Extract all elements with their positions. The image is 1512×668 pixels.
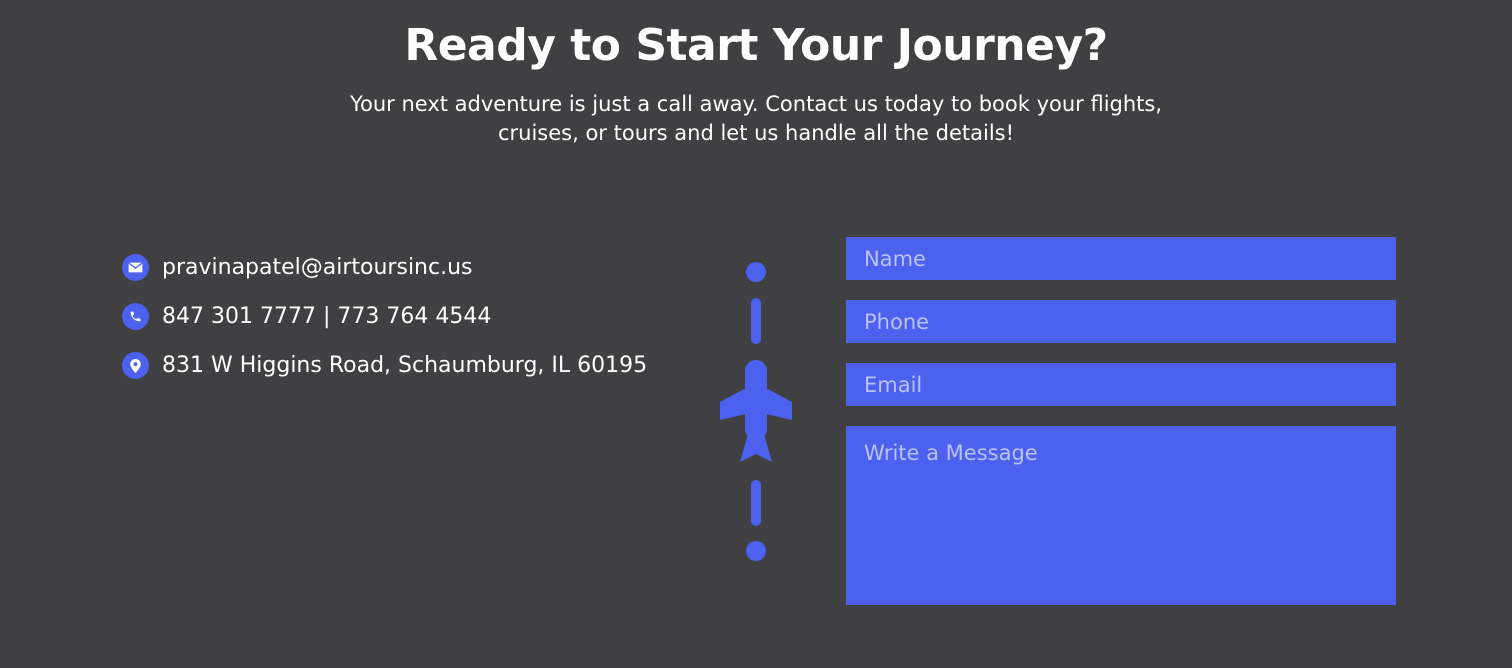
path-dash-bottom (751, 480, 761, 526)
map-pin-icon (122, 352, 149, 379)
contact-email-text[interactable]: pravinapatel@airtoursinc.us (162, 253, 473, 283)
contact-address-text: 831 W Higgins Road, Schaumburg, IL 60195 (162, 352, 648, 378)
phone-input[interactable] (846, 300, 1396, 343)
contact-address-row: 831 W Higgins Road, Schaumburg, IL 60195 (122, 341, 722, 390)
contact-email-row[interactable]: pravinapatel@airtoursinc.us (122, 243, 722, 292)
contact-phone-text[interactable]: 847 301 7777 | 773 764 4544 (162, 302, 491, 332)
contact-form (846, 237, 1396, 625)
flight-path-divider (716, 258, 796, 568)
envelope-icon (122, 254, 149, 281)
contact-phone-row[interactable]: 847 301 7777 | 773 764 4544 (122, 292, 722, 341)
section-heading: Ready to Start Your Journey? (404, 20, 1108, 71)
contact-info-list: pravinapatel@airtoursinc.us 847 301 7777… (122, 243, 722, 390)
path-dot-bottom (746, 541, 766, 561)
airplane-icon (720, 360, 792, 462)
message-textarea[interactable] (846, 426, 1396, 605)
name-input[interactable] (846, 237, 1396, 280)
email-input[interactable] (846, 363, 1396, 406)
section-subtext: Your next adventure is just a call away.… (349, 92, 1163, 145)
phone-icon (122, 303, 149, 330)
path-dot-top (746, 262, 766, 282)
path-dash-top (751, 298, 761, 344)
